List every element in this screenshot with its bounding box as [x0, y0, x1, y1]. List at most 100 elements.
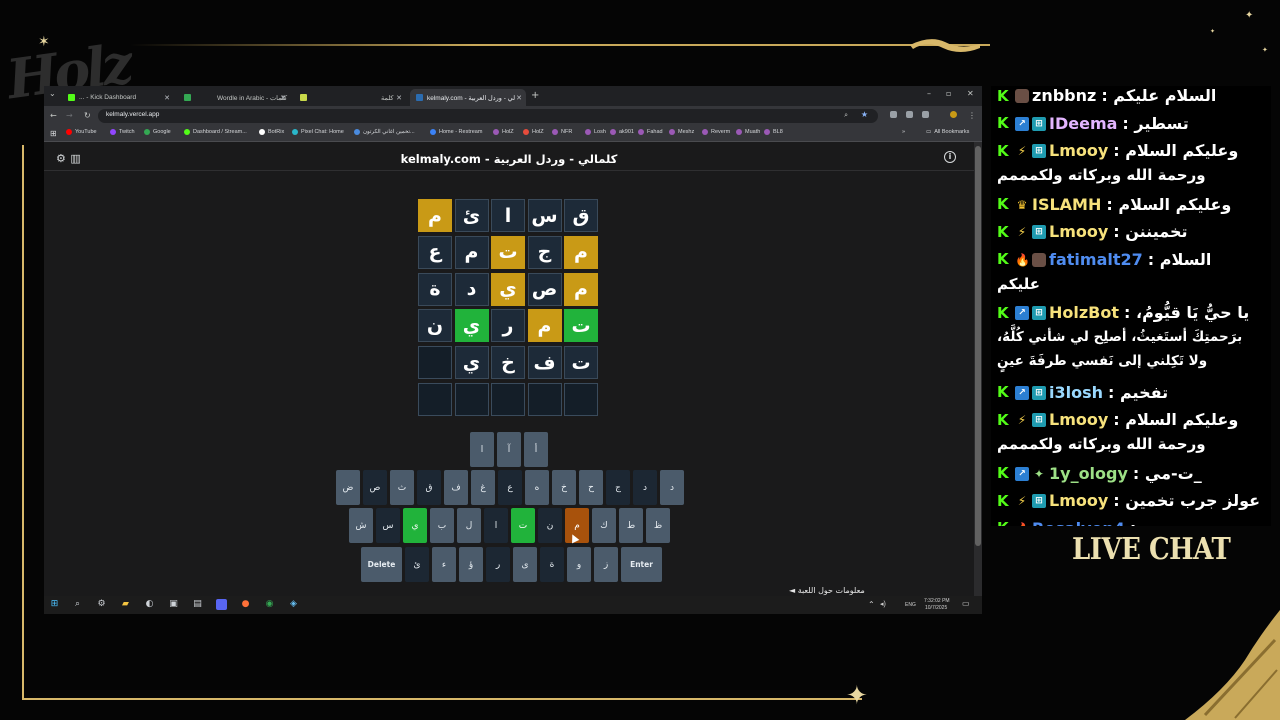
info-icon[interactable]: i [944, 151, 956, 163]
page-scrollbar[interactable] [974, 142, 982, 596]
forward-icon[interactable]: → [66, 111, 73, 120]
new-tab-icon[interactable]: + [531, 90, 539, 101]
letter-key[interactable]: غ [471, 470, 495, 505]
letter-key[interactable]: ق [417, 470, 441, 505]
bookmark-item[interactable]: YouTube [66, 129, 97, 135]
back-icon[interactable]: ← [50, 111, 57, 120]
all-bookmarks[interactable]: ▭ All Bookmarks [926, 129, 969, 135]
letter-key[interactable]: ن [538, 508, 562, 543]
letter-key[interactable]: ؤ [459, 547, 483, 582]
letter-key[interactable]: ي [403, 508, 427, 543]
file-explorer-icon[interactable]: ▰ [120, 599, 131, 610]
letter-key[interactable]: ظ [646, 508, 670, 543]
chat-username[interactable]: znbbnz [1032, 86, 1096, 108]
letter-key[interactable]: ا [470, 432, 494, 467]
letter-key[interactable]: ش [349, 508, 373, 543]
minimize-icon[interactable]: – [927, 89, 931, 98]
letter-key[interactable]: ه [525, 470, 549, 505]
volume-icon[interactable]: ◂) [880, 600, 886, 608]
bookmark-item[interactable]: NFR [552, 129, 572, 135]
letter-key[interactable]: ر [486, 547, 510, 582]
bookmark-item[interactable]: Pixel Chat: Home [292, 129, 344, 135]
chat-username[interactable]: IDeema [1049, 112, 1117, 136]
bookmark-item[interactable]: HolZ [523, 129, 544, 135]
letter-key[interactable]: ئ [405, 547, 429, 582]
clock-date[interactable]: 10/7/2025 [925, 605, 947, 611]
app-icon[interactable]: ▤ [192, 599, 203, 610]
menu-dots-icon[interactable]: ⋮ [968, 111, 976, 120]
chat-username[interactable]: ISLAMH [1032, 193, 1101, 217]
tab-kick-dashboard[interactable]: ... - Kick Dashboard ✕ [62, 89, 174, 106]
letter-key[interactable]: ف [444, 470, 468, 505]
letter-key[interactable]: ض [336, 470, 360, 505]
notification-icon[interactable]: ▭ [962, 599, 970, 608]
close-tab-icon[interactable]: ✕ [396, 94, 402, 102]
extension-icon[interactable] [922, 111, 929, 118]
apps-grid-icon[interactable]: ⊞ [50, 129, 57, 138]
url-input[interactable]: kelmaly.vercel.app ⌕ ★ [98, 109, 878, 123]
scrollbar-thumb[interactable] [975, 146, 981, 546]
chrome-icon[interactable]: ◉ [264, 599, 275, 610]
close-window-icon[interactable]: ✕ [967, 89, 974, 98]
letter-key[interactable]: ت [511, 508, 535, 543]
bookmark-item[interactable]: Muath [736, 129, 760, 135]
app-icon[interactable]: ◐ [144, 599, 155, 610]
letter-key[interactable]: ة [540, 547, 564, 582]
reload-icon[interactable]: ↻ [84, 111, 91, 120]
delete-key[interactable]: Delete [361, 547, 402, 582]
chat-username[interactable]: HolzBot [1049, 301, 1119, 325]
bookmark-item[interactable]: BL8 [764, 129, 783, 135]
discord-icon[interactable] [216, 599, 227, 610]
letter-key[interactable]: ط [619, 508, 643, 543]
letter-key[interactable]: ج [606, 470, 630, 505]
letter-key[interactable]: ب [430, 508, 454, 543]
letter-key[interactable]: ى [513, 547, 537, 582]
letter-key[interactable]: د [660, 470, 684, 505]
tab-wordle-arabic[interactable]: Wordle in Arabic - كلمات ✕ [178, 89, 290, 106]
tray-arrow-icon[interactable]: ⌃ [868, 600, 875, 609]
bookmark-item[interactable]: Google [144, 129, 171, 135]
bookmark-item[interactable]: Meshz [669, 129, 694, 135]
letter-key[interactable]: آ [497, 432, 521, 467]
letter-key[interactable]: ل [457, 508, 481, 543]
close-tab-icon[interactable]: ✕ [516, 94, 522, 102]
letter-key[interactable]: ز [594, 547, 618, 582]
chat-username[interactable]: 1y_ology [1049, 462, 1128, 486]
letter-key[interactable]: ك [592, 508, 616, 543]
clock-time[interactable]: 7:32:02 PM [924, 598, 950, 604]
chat-username[interactable]: fatimalt27 [1049, 248, 1143, 272]
letter-key[interactable]: ا [484, 508, 508, 543]
bookmark-item[interactable]: Losh [585, 129, 606, 135]
close-tab-icon[interactable]: ✕ [164, 94, 170, 102]
letter-key[interactable]: خ [552, 470, 576, 505]
tab-search-icon[interactable]: ⌄ [49, 89, 56, 98]
chat-username[interactable]: Lmooy [1049, 220, 1108, 244]
bookmark-star-icon[interactable]: ★ [861, 110, 868, 119]
letter-key[interactable]: ص [363, 470, 387, 505]
chat-username[interactable]: i3losh [1049, 381, 1103, 405]
chat-username[interactable]: Rosalyen4 [1032, 517, 1125, 527]
search-icon[interactable]: ⌕ [72, 599, 83, 610]
bookmark-item[interactable]: Fahad [638, 129, 663, 135]
tab-kalima[interactable]: كلمة ✕ [294, 89, 406, 106]
tab-kelmaly[interactable]: kelmaly.com - كلمالي - وردل العربية ✕ [410, 89, 526, 106]
bookmark-item[interactable]: ak901 [610, 129, 634, 135]
close-tab-icon[interactable]: ✕ [280, 94, 286, 102]
letter-key[interactable]: ع [498, 470, 522, 505]
extension-icon[interactable] [890, 111, 897, 118]
letter-key[interactable]: س [376, 508, 400, 543]
maximize-icon[interactable]: ▫ [946, 89, 951, 98]
app-icon[interactable]: ▣ [168, 599, 179, 610]
enter-key[interactable]: Enter [621, 547, 662, 582]
letter-key[interactable]: ء [432, 547, 456, 582]
windows-start-icon[interactable]: ⊞ [49, 599, 60, 610]
game-info-link[interactable]: معلومات حول اللعبة ◄ [789, 586, 865, 595]
bookmark-item[interactable]: Twitch [110, 129, 135, 135]
bookmark-item[interactable]: BotRix [259, 129, 284, 135]
language-indicator[interactable]: ENG [905, 602, 916, 608]
letter-key[interactable]: ح [579, 470, 603, 505]
letter-key[interactable]: د [633, 470, 657, 505]
bookmark-item[interactable]: Home - Restream [430, 129, 482, 135]
bookmarks-overflow-icon[interactable]: » [902, 129, 905, 135]
settings-icon[interactable]: ⚙ [96, 599, 107, 610]
